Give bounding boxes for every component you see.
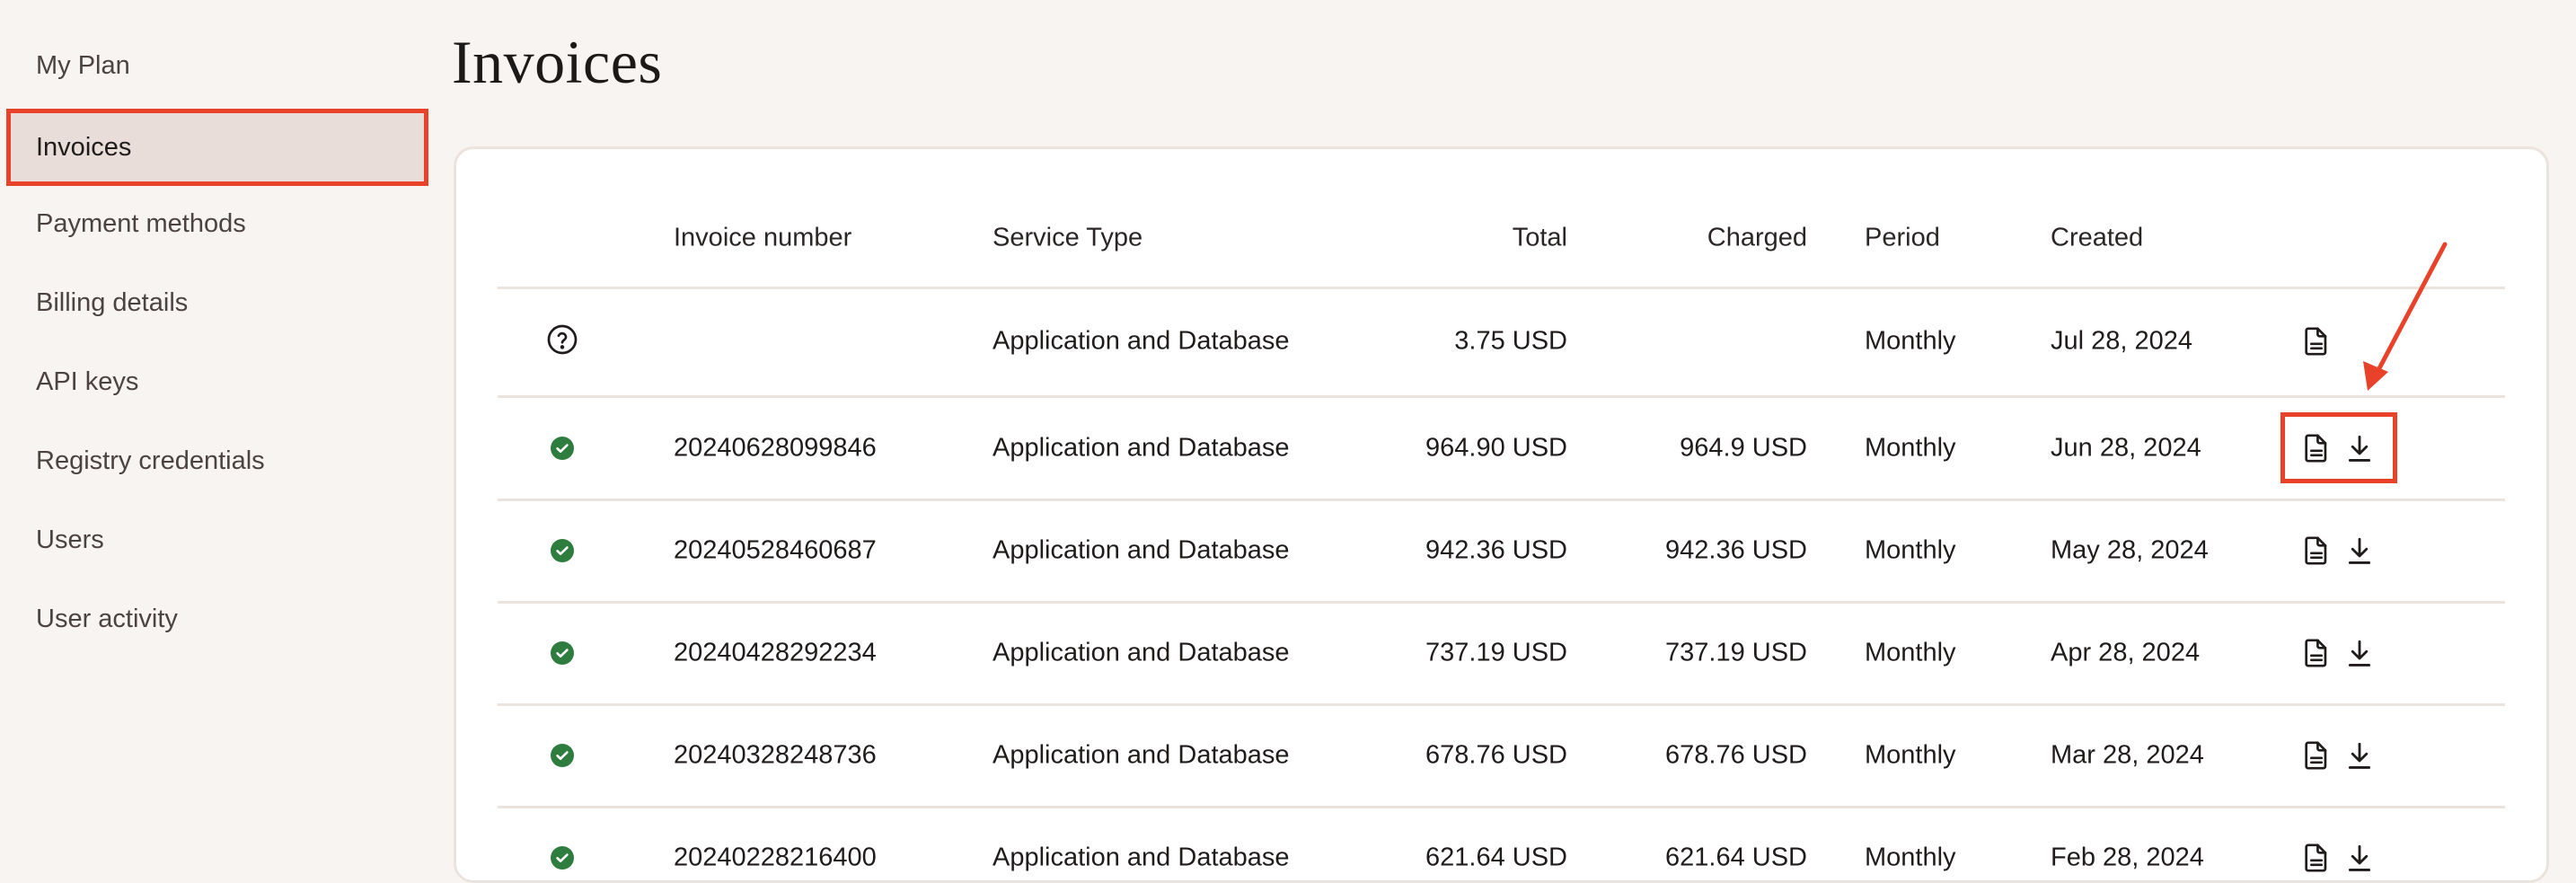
total-amount: 964.90 USD [1425,433,1567,463]
column-header-invoice-number[interactable]: Invoice number [674,224,851,253]
sidebar-item-label: Registry credentials [36,446,265,475]
document-icon[interactable] [2303,535,2330,566]
row-divider [498,395,2505,398]
period: Monthly [1865,326,1956,356]
document-icon[interactable] [2303,843,2330,873]
sidebar-item-invoices[interactable]: Invoices [8,110,427,184]
document-icon[interactable] [2303,433,2330,464]
check-circle-icon [551,641,574,665]
column-header-total[interactable]: Total [1513,224,1567,253]
invoice-number: 20240528460687 [674,535,877,565]
total-amount: 621.64 USD [1425,843,1567,872]
period: Monthly [1865,843,1956,872]
download-icon[interactable] [2346,638,2373,668]
column-header-charged[interactable]: Charged [1707,224,1807,253]
sidebar-item-label: User activity [36,604,178,633]
total-amount: 3.75 USD [1454,326,1567,356]
column-header-period[interactable]: Period [1865,224,1940,253]
sidebar-item-label: Users [36,525,104,554]
sidebar-item-label: Payment methods [36,208,246,238]
invoice-number: 20240428292234 [674,638,877,667]
charged-amount: 942.36 USD [1665,535,1807,565]
download-icon[interactable] [2346,535,2373,566]
row-divider [498,601,2505,604]
invoice-number: 20240628099846 [674,433,877,463]
charged-amount: 621.64 USD [1665,843,1807,872]
total-amount: 678.76 USD [1425,740,1567,770]
row-divider [498,499,2505,501]
invoice-number: 20240328248736 [674,740,877,770]
check-circle-icon [551,846,574,870]
service-type: Application and Database [992,843,1290,872]
created-date: Feb 28, 2024 [2051,843,2204,872]
download-icon[interactable] [2346,433,2373,464]
invoices-card [454,146,2549,883]
page-title: Invoices [452,28,663,96]
row-divider [498,703,2505,706]
created-date: Jul 28, 2024 [2051,326,2193,356]
question-circle-icon [546,323,578,356]
download-icon[interactable] [2346,740,2373,771]
document-icon[interactable] [2303,638,2330,668]
sidebar-item-label: Billing details [36,287,189,317]
check-circle-icon [551,744,574,767]
sidebar-item-payment-methods[interactable]: Payment methods [8,187,427,260]
sidebar-item-my-plan[interactable]: My Plan [8,29,427,102]
created-date: Jun 28, 2024 [2051,433,2201,463]
period: Monthly [1865,433,1956,463]
sidebar-item-api-keys[interactable]: API keys [8,345,427,419]
check-circle-icon [551,539,574,562]
sidebar-nav: My Plan Invoices Payment methods Billing… [0,0,440,853]
created-date: Mar 28, 2024 [2051,740,2204,770]
column-header-created[interactable]: Created [2051,224,2143,253]
charged-amount: 678.76 USD [1665,740,1807,770]
period: Monthly [1865,535,1956,565]
created-date: May 28, 2024 [2051,535,2209,565]
column-header-service-type[interactable]: Service Type [992,224,1142,253]
document-icon[interactable] [2303,740,2330,771]
header-divider [498,287,2505,289]
service-type: Application and Database [992,535,1290,565]
sidebar-item-label: Invoices [36,132,132,162]
sidebar-item-label: API keys [36,366,139,396]
total-amount: 737.19 USD [1425,638,1567,667]
check-circle-icon [551,437,574,460]
service-type: Application and Database [992,326,1290,356]
sidebar-item-users[interactable]: Users [8,503,427,577]
created-date: Apr 28, 2024 [2051,638,2201,667]
charged-amount: 737.19 USD [1665,638,1807,667]
sidebar-item-registry-credentials[interactable]: Registry credentials [8,424,427,498]
sidebar-item-label: My Plan [36,50,130,80]
charged-amount: 964.9 USD [1680,433,1807,463]
period: Monthly [1865,740,1956,770]
period: Monthly [1865,638,1956,667]
sidebar-item-user-activity[interactable]: User activity [8,582,427,656]
row-divider [498,806,2505,808]
download-icon[interactable] [2346,843,2373,873]
service-type: Application and Database [992,638,1290,667]
service-type: Application and Database [992,740,1290,770]
total-amount: 942.36 USD [1425,535,1567,565]
invoice-number: 20240228216400 [674,843,877,872]
sidebar-item-billing-details[interactable]: Billing details [8,266,427,340]
service-type: Application and Database [992,433,1290,463]
document-icon[interactable] [2303,326,2330,357]
